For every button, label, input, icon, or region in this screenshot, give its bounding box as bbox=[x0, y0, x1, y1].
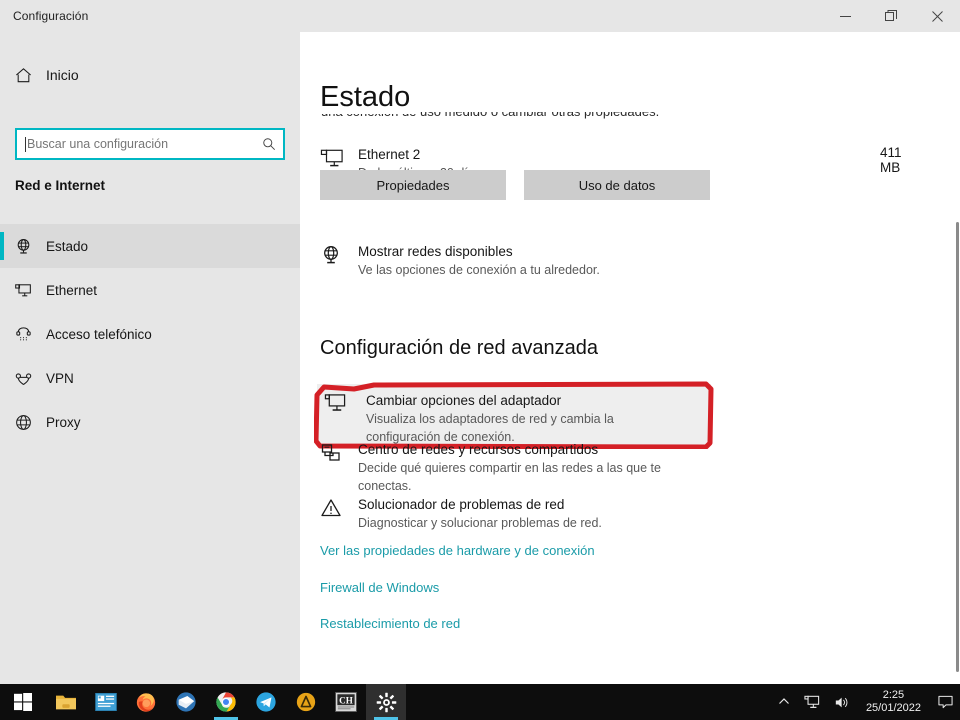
sidebar-item-vpn[interactable]: VPN bbox=[0, 356, 300, 400]
proxy-globe-icon bbox=[0, 413, 46, 432]
sidebar-category-label: Red e Internet bbox=[15, 178, 106, 193]
action-center-button[interactable] bbox=[930, 684, 960, 720]
minimize-button[interactable] bbox=[822, 0, 868, 32]
network-troubleshooter-row[interactable]: Solucionador de problemas de red Diagnos… bbox=[320, 489, 720, 538]
row-subtitle: Diagnosticar y solucionar problemas de r… bbox=[358, 516, 602, 530]
advanced-settings-heading: Configuración de red avanzada bbox=[320, 337, 598, 359]
sidebar-item-ethernet[interactable]: Ethernet bbox=[0, 268, 300, 312]
sharing-icon bbox=[320, 440, 358, 464]
taskbar-ch-app[interactable]: CH bbox=[326, 684, 366, 720]
window-title: Configuración bbox=[13, 9, 89, 23]
data-usage-button[interactable]: Uso de datos bbox=[524, 170, 710, 200]
show-available-networks-row[interactable]: Mostrar redes disponibles Ve las opcione… bbox=[320, 236, 720, 285]
settings-window: Configuración Inicio Buscar una configur… bbox=[0, 0, 960, 684]
properties-button[interactable]: Propiedades bbox=[320, 170, 506, 200]
dial-up-icon bbox=[0, 325, 46, 344]
network-tray-icon[interactable] bbox=[797, 684, 827, 720]
sidebar-item-home[interactable]: Inicio bbox=[0, 56, 300, 94]
taskbar-store-card[interactable] bbox=[86, 684, 126, 720]
scrollbar-thumb[interactable] bbox=[956, 222, 959, 672]
close-button[interactable] bbox=[914, 0, 960, 32]
link-hardware-connection-properties[interactable]: Ver las propiedades de hardware y de con… bbox=[320, 543, 595, 558]
clock-date: 25/01/2022 bbox=[865, 702, 921, 714]
clipped-description: una conexión de uso medido o cambiar otr… bbox=[321, 112, 921, 127]
home-icon bbox=[0, 66, 46, 85]
desktop: Configuración Inicio Buscar una configur… bbox=[0, 0, 960, 720]
taskbar-mail[interactable] bbox=[166, 684, 206, 720]
ethernet-icon bbox=[0, 281, 46, 300]
row-subtitle: Ve las opciones de conexión a tu alreded… bbox=[358, 263, 600, 277]
show-hidden-icons-button[interactable] bbox=[771, 684, 797, 720]
taskbar-telegram[interactable] bbox=[246, 684, 286, 720]
taskbar-chrome[interactable] bbox=[206, 684, 246, 720]
restore-button[interactable] bbox=[868, 0, 914, 32]
adapter-monitor-icon bbox=[324, 391, 366, 415]
link-windows-firewall[interactable]: Firewall de Windows bbox=[320, 580, 439, 595]
globe-status-icon bbox=[0, 237, 46, 256]
search-input[interactable] bbox=[26, 137, 255, 151]
sidebar-item-acceso-telefonico[interactable]: Acceso telefónico bbox=[0, 312, 300, 356]
sidebar-item-label: Ethernet bbox=[46, 282, 98, 298]
main-content: una conexión de uso medido o cambiar otr… bbox=[300, 32, 960, 684]
clock-time: 2:25 bbox=[882, 689, 905, 701]
sidebar-item-label: Estado bbox=[46, 238, 89, 254]
volume-tray-icon[interactable] bbox=[827, 684, 857, 720]
taskbar-file-explorer[interactable] bbox=[46, 684, 86, 720]
warning-triangle-icon bbox=[320, 495, 358, 519]
taskbar-amber-app[interactable] bbox=[286, 684, 326, 720]
connection-name: Ethernet 2 bbox=[358, 147, 421, 162]
network-sharing-center-text: Centro de redes y recursos compartidos D… bbox=[358, 440, 716, 495]
sidebar-item-label: Proxy bbox=[46, 414, 81, 430]
clock[interactable]: 2:25 25/01/2022 bbox=[857, 684, 930, 720]
row-title: Mostrar redes disponibles bbox=[358, 244, 513, 259]
start-button[interactable] bbox=[0, 684, 46, 720]
svg-text:CH: CH bbox=[339, 695, 353, 705]
sidebar-home-label: Inicio bbox=[46, 67, 79, 83]
network-troubleshooter-text: Solucionador de problemas de red Diagnos… bbox=[358, 495, 602, 532]
row-title: Centro de redes y recursos compartidos bbox=[358, 442, 599, 457]
page-title: Estado bbox=[320, 80, 421, 114]
row-title: Solucionador de problemas de red bbox=[358, 497, 565, 512]
globe-network-icon bbox=[320, 242, 358, 266]
show-available-networks-text: Mostrar redes disponibles Ve las opcione… bbox=[358, 242, 600, 279]
sidebar-nav-list: Estado Ethernet Acceso telefónico VPN Pr… bbox=[0, 224, 300, 444]
action-button-row: Propiedades Uso de datos bbox=[320, 170, 920, 200]
sidebar-item-label: Acceso telefónico bbox=[46, 326, 152, 342]
link-network-reset[interactable]: Restablecimiento de red bbox=[320, 616, 460, 631]
taskbar-settings[interactable] bbox=[366, 684, 406, 720]
system-tray: 2:25 25/01/2022 bbox=[771, 684, 960, 720]
window-controls bbox=[822, 0, 960, 32]
ethernet-monitor-icon bbox=[320, 145, 358, 170]
content-scrollbar[interactable] bbox=[954, 32, 960, 684]
title-bar[interactable]: Configuración bbox=[0, 0, 960, 32]
taskbar-firefox[interactable] bbox=[126, 684, 166, 720]
sidebar-item-label: VPN bbox=[46, 370, 74, 386]
vpn-icon bbox=[0, 369, 46, 388]
sidebar-item-estado[interactable]: Estado bbox=[0, 224, 300, 268]
search-icon[interactable] bbox=[255, 130, 283, 158]
taskbar: CH 2:25 25/01/2022 bbox=[0, 684, 960, 720]
search-box[interactable] bbox=[15, 128, 285, 160]
sidebar-item-proxy[interactable]: Proxy bbox=[0, 400, 300, 444]
row-title: Cambiar opciones del adaptador bbox=[366, 393, 562, 408]
sidebar: Inicio Red e Internet bbox=[0, 32, 300, 684]
